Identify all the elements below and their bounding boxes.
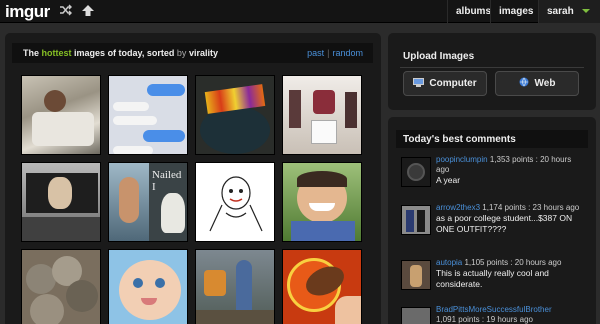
user-menu[interactable]: sarah [538, 0, 600, 23]
comments-title: Today's best comments [403, 134, 516, 145]
imgur-logo[interactable]: imgur [5, 2, 50, 22]
comment-text: as a poor college student...$387 ON ONE … [436, 213, 573, 234]
gallery-thumb[interactable] [21, 249, 101, 324]
best-comments-panel: Today's best comments poopinclumpin 1,35… [388, 117, 596, 324]
upload-arrow-icon[interactable] [80, 4, 96, 19]
comment-text: This is actually really cool and conside… [436, 268, 549, 289]
comment-meta: 1,174 points : 23 hours ago [482, 203, 580, 212]
upload-computer-button[interactable]: Computer [403, 71, 487, 96]
comment-thumb[interactable] [401, 157, 431, 187]
gallery-header: The hottest images of today, sorted by v… [12, 43, 373, 63]
top-bar: imgur albums images sarah [0, 0, 600, 23]
gallery-thumb[interactable] [108, 249, 188, 324]
username: sarah [547, 6, 574, 17]
web-label: Web [534, 78, 556, 89]
link-separator: | [327, 48, 330, 58]
gallery-thumb[interactable] [108, 75, 188, 155]
gallery-thumb[interactable]: Nailed I [108, 162, 188, 242]
nav-images[interactable]: images [490, 0, 541, 23]
monitor-icon [413, 73, 425, 87]
gallery-thumb[interactable] [282, 75, 362, 155]
globe-icon [519, 73, 530, 87]
upload-panel: Upload Images Computer Web [388, 33, 596, 110]
gallery-thumb[interactable] [282, 249, 362, 324]
headline-hot: hottest [41, 48, 72, 58]
comment-user[interactable]: BradPittsMoreSuccessfulBrother [436, 305, 552, 314]
comment-user[interactable]: autopia [436, 258, 462, 267]
gallery-thumb[interactable] [195, 75, 275, 155]
chevron-down-icon [581, 9, 590, 14]
headline-by: by [176, 48, 187, 58]
random-link[interactable]: random [332, 48, 363, 58]
past-link[interactable]: past [307, 48, 324, 58]
gallery-thumb[interactable] [282, 162, 362, 242]
gallery-thumb[interactable] [21, 75, 101, 155]
upload-web-button[interactable]: Web [495, 71, 579, 96]
gallery-thumb[interactable] [195, 249, 275, 324]
headline-sort: virality [188, 48, 218, 58]
comment-meta: 1,091 points : 19 hours ago [436, 315, 533, 324]
gallery-links: past | random [307, 48, 363, 58]
comment-user[interactable]: arrow2thex3 [436, 203, 480, 212]
comment-thumb[interactable] [401, 205, 431, 235]
divider [400, 67, 584, 68]
comment-meta: 1,105 points : 20 hours ago [464, 258, 562, 267]
comment-text: A year [436, 175, 461, 185]
comment-user[interactable]: poopinclumpin [436, 155, 488, 164]
thumb-caption: Nailed I [152, 169, 182, 193]
upload-title: Upload Images [403, 51, 475, 62]
gallery-headline: The hottest images of today, sorted by v… [23, 48, 218, 58]
headline-post: images of today, sorted [74, 48, 175, 58]
gallery-thumb[interactable] [195, 162, 275, 242]
comment-thumb[interactable] [401, 307, 431, 324]
comment-thumb[interactable] [401, 260, 431, 290]
shuffle-icon[interactable] [58, 4, 74, 19]
computer-label: Computer [429, 78, 477, 89]
gallery-thumb[interactable] [21, 162, 101, 242]
gallery-panel: The hottest images of today, sorted by v… [5, 33, 381, 324]
headline-pre: The [23, 48, 40, 58]
comments-header: Today's best comments [396, 130, 588, 148]
